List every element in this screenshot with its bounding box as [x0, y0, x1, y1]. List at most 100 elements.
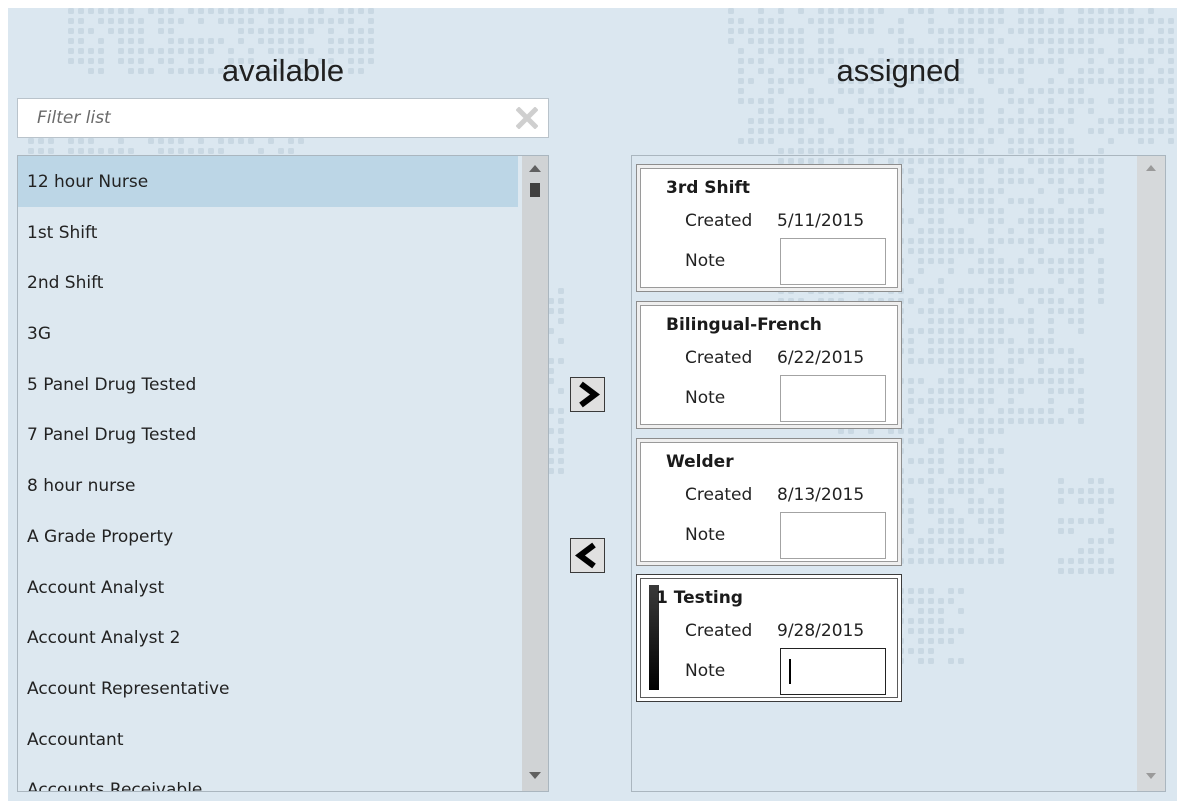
- note-input[interactable]: [780, 375, 886, 422]
- map-dot: [268, 28, 274, 34]
- map-dot: [818, 98, 824, 104]
- arrow-down-icon[interactable]: [1146, 773, 1156, 779]
- map-dot: [1018, 138, 1024, 144]
- move-right-button[interactable]: [570, 377, 605, 412]
- assigned-card[interactable]: 3rd Shift Created 5/11/2015 Note: [636, 164, 902, 292]
- list-item[interactable]: Account Analyst 2: [18, 612, 518, 663]
- note-input[interactable]: [780, 512, 886, 559]
- map-dot: [928, 128, 934, 134]
- close-icon[interactable]: [516, 107, 538, 129]
- map-dot: [68, 138, 74, 144]
- map-dot: [1098, 18, 1104, 24]
- filter-input[interactable]: [18, 99, 508, 137]
- map-dot: [798, 38, 804, 44]
- map-dot: [1128, 18, 1134, 24]
- list-item[interactable]: 12 hour Nurse: [18, 156, 518, 207]
- map-dot: [188, 38, 194, 44]
- map-dot: [978, 28, 984, 34]
- map-dot: [968, 8, 974, 14]
- map-dot: [768, 118, 774, 124]
- map-dot: [868, 128, 874, 134]
- scroll-thumb[interactable]: [530, 183, 540, 197]
- map-dot: [558, 308, 564, 314]
- list-item[interactable]: 7 Panel Drug Tested: [18, 409, 518, 460]
- map-dot: [108, 8, 114, 14]
- available-scrollbar[interactable]: [522, 156, 548, 791]
- map-dot: [128, 18, 134, 24]
- note-input[interactable]: [780, 648, 886, 695]
- map-dot: [908, 148, 914, 154]
- map-dot: [748, 38, 754, 44]
- available-list-box: 12 hour Nurse 1st Shift 2nd Shift 3G 5 Panel…: [17, 155, 549, 792]
- map-dot: [1108, 8, 1114, 14]
- arrow-up-icon[interactable]: [529, 165, 541, 172]
- map-dot: [558, 338, 564, 344]
- map-dot: [558, 288, 564, 294]
- map-dot: [908, 8, 914, 14]
- map-dot: [768, 108, 774, 114]
- map-dot: [1028, 118, 1034, 124]
- arrow-up-icon[interactable]: [1146, 165, 1156, 171]
- list-item[interactable]: 1st Shift: [18, 207, 518, 258]
- map-dot: [368, 28, 374, 34]
- list-item[interactable]: 8 hour nurse: [18, 460, 518, 511]
- assigned-scrollbar[interactable]: [1137, 156, 1165, 791]
- list-item[interactable]: Account Representative: [18, 663, 518, 714]
- map-dot: [328, 28, 334, 34]
- list-item[interactable]: 5 Panel Drug Tested: [18, 359, 518, 410]
- map-dot: [128, 8, 134, 14]
- map-dot: [858, 28, 864, 34]
- filter-box: [17, 98, 549, 138]
- map-dot: [858, 128, 864, 134]
- map-dot: [238, 8, 244, 14]
- list-item[interactable]: Accounts Receivable: [18, 764, 518, 791]
- assigned-card[interactable]: Welder Created 8/13/2015 Note: [636, 438, 902, 566]
- map-dot: [768, 98, 774, 104]
- map-dot: [1038, 138, 1044, 144]
- map-dot: [348, 18, 354, 24]
- map-dot: [1098, 128, 1104, 134]
- map-dot: [1058, 148, 1064, 154]
- map-dot: [88, 138, 94, 144]
- list-item[interactable]: 2nd Shift: [18, 257, 518, 308]
- map-dot: [1128, 118, 1134, 124]
- map-dot: [1008, 98, 1014, 104]
- map-dot: [1168, 118, 1174, 124]
- text-cursor: [789, 659, 791, 684]
- map-dot: [78, 138, 84, 144]
- map-dot: [1028, 18, 1034, 24]
- arrow-down-icon[interactable]: [529, 772, 541, 779]
- list-item[interactable]: Account Analyst: [18, 562, 518, 613]
- move-left-button[interactable]: [570, 538, 605, 573]
- map-dot: [868, 18, 874, 24]
- map-dot: [218, 38, 224, 44]
- map-dot: [818, 118, 824, 124]
- map-dot: [1108, 138, 1114, 144]
- list-item[interactable]: A Grade Property: [18, 511, 518, 562]
- map-dot: [278, 38, 284, 44]
- map-dot: [278, 28, 284, 34]
- map-dot: [848, 148, 854, 154]
- list-item[interactable]: Accountant: [18, 714, 518, 765]
- map-dot: [308, 28, 314, 34]
- map-dot: [278, 18, 284, 24]
- assigned-card[interactable]: 1 Testing Created 9/28/2015 Note: [636, 574, 902, 702]
- map-dot: [848, 108, 854, 114]
- map-dot: [958, 28, 964, 34]
- note-input[interactable]: [780, 238, 886, 285]
- map-dot: [778, 148, 784, 154]
- map-dot: [798, 8, 804, 14]
- map-dot: [78, 8, 84, 14]
- map-dot: [558, 468, 564, 474]
- map-dot: [128, 148, 134, 154]
- map-dot: [978, 98, 984, 104]
- map-dot: [1068, 118, 1074, 124]
- list-item[interactable]: 3G: [18, 308, 518, 359]
- map-dot: [778, 38, 784, 44]
- map-dot: [778, 128, 784, 134]
- map-dot: [28, 148, 34, 154]
- map-dot: [848, 8, 854, 14]
- assigned-card[interactable]: Bilingual-French Created 6/22/2015 Note: [636, 301, 902, 429]
- map-dot: [1118, 108, 1124, 114]
- map-dot: [898, 118, 904, 124]
